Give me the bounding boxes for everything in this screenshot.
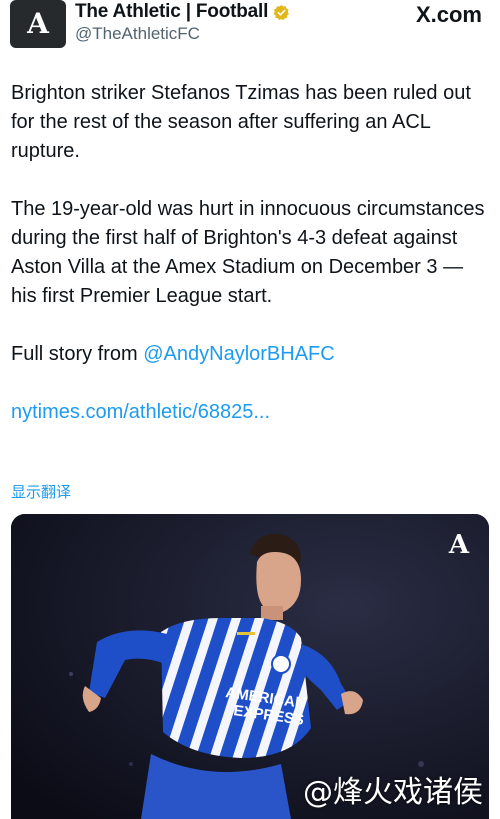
verified-badge-icon [273,4,290,20]
tweet-body: Brighton striker Stefanos Tzimas has bee… [11,79,491,427]
tweet-paragraph: Brighton striker Stefanos Tzimas has bee… [11,82,471,162]
site-badge: X.com [415,2,482,28]
author-handle[interactable]: @TheAthleticFC [75,24,200,44]
athletic-logo-icon: A [448,530,469,560]
article-link[interactable]: nytimes.com/athletic/68825... [11,401,270,423]
translate-button[interactable]: 显示翻译 [11,481,71,502]
site-badge-text: X.com [415,2,482,27]
tweet-header: A The Athletic | Football @TheAthleticFC… [10,0,490,52]
author-name-row: The Athletic | Football [75,0,290,24]
author-avatar[interactable]: A [10,0,66,48]
author-display-name[interactable]: The Athletic | Football [75,1,268,23]
tweet-paragraph: The 19-year-old was hurt in innocuous ci… [11,198,485,307]
avatar-logo-letter: A [27,7,49,40]
full-story-line: Full story from @AndyNaylorBHAFC [11,340,491,369]
watermark-text: @烽火戏诸侯 [303,775,483,810]
article-link-line: nytimes.com/athletic/68825... [11,398,491,427]
author-mention-link[interactable]: @AndyNaylorBHAFC [143,343,334,365]
tweet-media-image[interactable]: AMERICAN EXPRESS A @烽火戏诸侯 [11,514,489,819]
full-story-prefix: Full story from [11,343,144,365]
